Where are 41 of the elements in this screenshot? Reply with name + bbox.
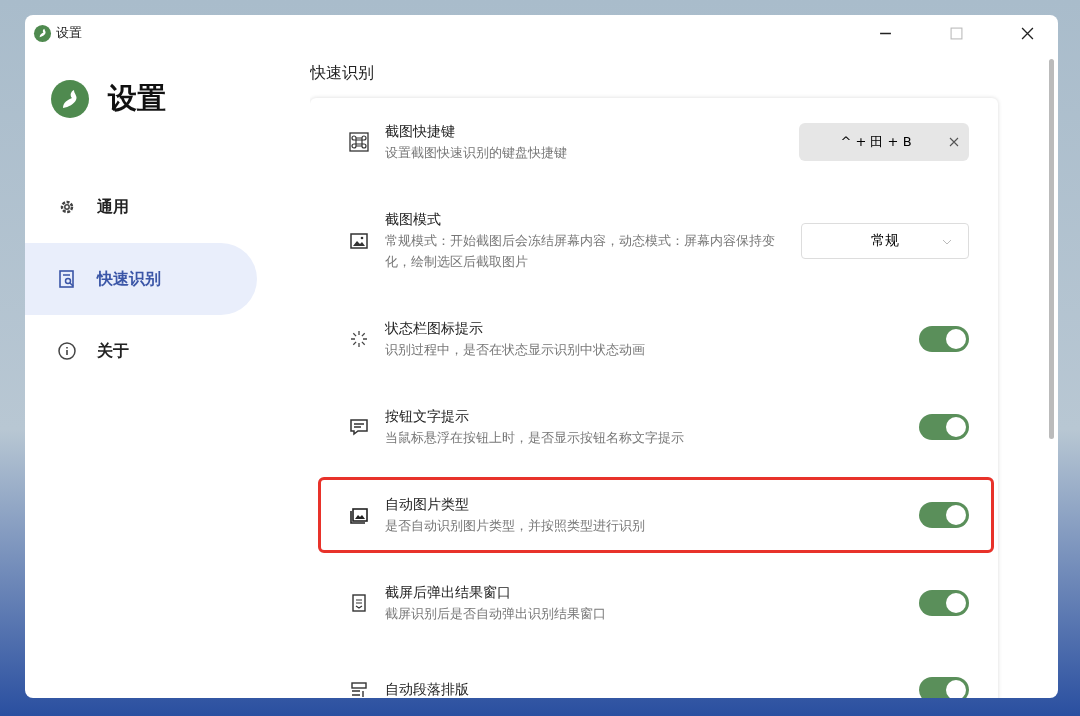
sidebar-item[interactable]: 快速识别 [25, 243, 257, 315]
command-key-icon [349, 132, 369, 152]
document-icon [349, 593, 369, 613]
app-logo-icon [33, 23, 52, 43]
app-logo-icon [50, 79, 90, 119]
spinner-icon [349, 329, 369, 349]
scrollbar[interactable] [1049, 59, 1054, 439]
setting-title: 自动图片类型 [385, 495, 470, 514]
sidebar-title: 设置 [108, 80, 166, 117]
toggle-switch[interactable] [919, 590, 969, 616]
setting-description: 当鼠标悬浮在按钮上时，是否显示按钮名称文字提示 [385, 429, 685, 447]
toggle-switch[interactable] [919, 414, 969, 440]
setting-description: 是否自动识别图片类型，并按照类型进行识别 [385, 517, 646, 535]
images-icon [349, 505, 369, 525]
setting-title: 按钮文字提示 [385, 407, 470, 426]
toggle-switch[interactable] [919, 502, 969, 528]
setting-description: 设置截图快速识别的键盘快捷键 [385, 144, 568, 162]
section-title: 快速识别 [310, 63, 375, 84]
shortcut-field[interactable]: ^ + 田 + B [799, 123, 969, 161]
sidebar-item[interactable]: 通用 [25, 171, 257, 243]
mode-dropdown[interactable]: 常规 [801, 222, 969, 259]
setting-title: 状态栏图标提示 [385, 319, 484, 338]
setting-title: 截屏后弹出结果窗口 [385, 583, 512, 602]
toggle-switch[interactable] [919, 676, 969, 698]
setting-title: 截图模式 [385, 210, 442, 229]
chevron-down-icon [942, 238, 952, 245]
setting-title: 截图快捷键 [385, 122, 456, 141]
setting-description: 常规模式：开始截图后会冻结屏幕内容，动态模式：屏幕内容保持变化，绘制选区后截取图片 [385, 232, 776, 271]
toggle-switch[interactable] [919, 326, 969, 352]
image-icon [349, 230, 369, 251]
close-icon[interactable] [1021, 26, 1034, 40]
document-search-icon [57, 269, 77, 289]
window-title: 设置 [56, 24, 82, 42]
setting-title: 自动段落排版 [385, 680, 470, 698]
setting-description: 识别过程中，是否在状态显示识别中状态动画 [385, 341, 646, 359]
info-icon [57, 341, 77, 361]
setting-description: 截屏识别后是否自动弹出识别结果窗口 [385, 605, 607, 623]
layout-icon [349, 679, 369, 698]
clear-icon[interactable] [949, 137, 959, 147]
message-icon [349, 417, 369, 437]
sidebar-item[interactable]: 关于 [25, 315, 257, 387]
